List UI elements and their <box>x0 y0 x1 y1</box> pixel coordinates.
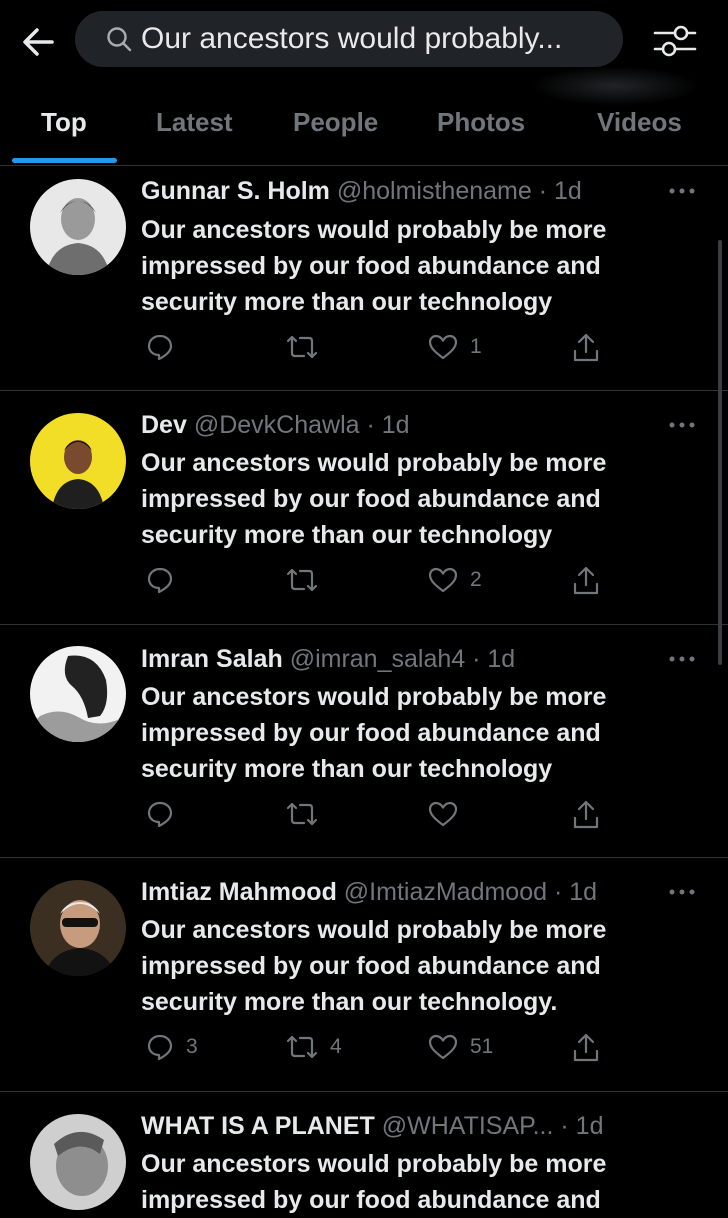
author-handle[interactable]: @holmisthename <box>337 177 532 205</box>
heart-icon <box>428 567 458 593</box>
tweet-item[interactable]: Imran Salah @imran_salah4 · 1d Our ances… <box>0 625 728 858</box>
search-tabs: Top Latest People Photos Videos <box>0 95 728 166</box>
reply-button[interactable]: 3 <box>146 1033 198 1061</box>
like-button[interactable]: 51 <box>428 1033 493 1061</box>
tweet-text: Our ancestors would probably be more imp… <box>141 449 607 549</box>
retweet-icon <box>286 568 318 592</box>
tweet-actions <box>141 800 621 832</box>
share-button[interactable] <box>571 566 601 596</box>
author-handle[interactable]: @DevkChawla <box>194 411 360 439</box>
tab-top[interactable]: Top <box>41 107 87 138</box>
like-count: 1 <box>470 335 482 358</box>
author-name[interactable]: Dev <box>141 411 187 439</box>
share-icon <box>573 333 599 362</box>
retweet-icon <box>286 802 318 826</box>
tweet-item[interactable]: Imtiaz Mahmood @ImtiazMadmood · 1d Our a… <box>0 858 728 1092</box>
tweet-actions: 2 <box>141 566 621 598</box>
like-button[interactable]: 2 <box>428 566 482 594</box>
heart-icon <box>428 334 458 360</box>
share-button[interactable] <box>571 800 601 830</box>
reply-count: 3 <box>186 1035 198 1058</box>
tweet-time: · 1d <box>538 177 582 205</box>
tab-videos[interactable]: Videos <box>597 107 682 138</box>
author-name[interactable]: WHAT IS A PLANET <box>141 1112 375 1140</box>
top-bar: Our ancestors would probably... <box>0 0 728 106</box>
tweet-time: · 1d <box>472 645 516 673</box>
scrollbar[interactable] <box>718 240 722 665</box>
more-options-icon[interactable] <box>668 887 696 897</box>
reply-icon <box>147 1034 173 1061</box>
tweet-text: Our ancestors would probably be more imp… <box>141 916 607 1016</box>
tweet-item[interactable]: WHAT IS A PLANET @WHATISAP... · 1d Our a… <box>0 1092 728 1214</box>
like-button[interactable]: 1 <box>428 333 482 361</box>
author-handle[interactable]: @WHATISAP... <box>382 1112 554 1140</box>
share-icon <box>573 800 599 829</box>
share-icon <box>573 1033 599 1062</box>
tweet-text: Our ancestors would probably be more imp… <box>141 216 607 316</box>
tweet-time: · 1d <box>560 1112 604 1140</box>
avatar[interactable] <box>30 1114 126 1210</box>
author-handle[interactable]: @imran_salah4 <box>290 645 465 673</box>
more-options-icon[interactable] <box>668 420 696 430</box>
author-handle[interactable]: @ImtiazMadmood <box>344 878 547 906</box>
active-tab-indicator <box>12 158 117 163</box>
author-name[interactable]: Gunnar S. Holm <box>141 177 330 205</box>
reply-icon <box>147 334 173 361</box>
heart-icon <box>428 801 458 827</box>
share-button[interactable] <box>571 333 601 363</box>
reply-button[interactable] <box>146 800 186 828</box>
like-count: 51 <box>470 1035 494 1058</box>
tweet-text: Our ancestors would probably be more imp… <box>141 683 607 783</box>
search-input[interactable]: Our ancestors would probably... <box>75 11 623 67</box>
reply-icon <box>147 567 173 594</box>
tab-people[interactable]: People <box>293 107 378 138</box>
tab-latest[interactable]: Latest <box>156 107 233 138</box>
like-button[interactable] <box>428 800 470 828</box>
avatar[interactable] <box>30 413 126 509</box>
tweet-time: · 1d <box>366 411 410 439</box>
more-options-icon[interactable] <box>668 186 696 196</box>
tweet-time: · 1d <box>553 878 598 906</box>
like-count: 2 <box>470 568 482 591</box>
search-query: Our ancestors would probably... <box>141 22 563 55</box>
tweet-text: Our ancestors would probably be more imp… <box>141 1150 607 1214</box>
search-icon <box>107 27 132 52</box>
retweet-button[interactable]: 4 <box>286 1033 342 1061</box>
author-name[interactable]: Imran Salah <box>141 645 283 673</box>
avatar[interactable] <box>30 880 126 976</box>
reply-icon <box>147 801 173 828</box>
author-name[interactable]: Imtiaz Mahmood <box>141 878 337 906</box>
share-button[interactable] <box>571 1033 601 1063</box>
search-settings-icon[interactable] <box>652 20 698 62</box>
retweet-icon <box>286 1035 318 1059</box>
retweet-button[interactable] <box>286 800 330 828</box>
avatar[interactable] <box>30 646 126 742</box>
tweet-item[interactable]: Gunnar S. Holm @holmisthename · 1d Our a… <box>0 165 728 391</box>
more-options-icon[interactable] <box>668 654 696 664</box>
tweet-item[interactable]: Dev @DevkChawla · 1d Our ancestors would… <box>0 391 728 625</box>
retweet-count: 4 <box>330 1035 342 1058</box>
avatar[interactable] <box>30 179 126 275</box>
retweet-button[interactable] <box>286 566 330 594</box>
share-icon <box>573 566 599 595</box>
tab-photos[interactable]: Photos <box>437 107 525 138</box>
reply-button[interactable] <box>146 333 186 361</box>
retweet-icon <box>286 335 318 359</box>
tweet-actions: 1 <box>141 333 621 365</box>
heart-icon <box>428 1034 458 1060</box>
reply-button[interactable] <box>146 566 186 594</box>
back-arrow-icon[interactable] <box>18 22 58 62</box>
tweet-actions: 3 4 51 <box>141 1033 621 1065</box>
retweet-button[interactable] <box>286 333 330 361</box>
